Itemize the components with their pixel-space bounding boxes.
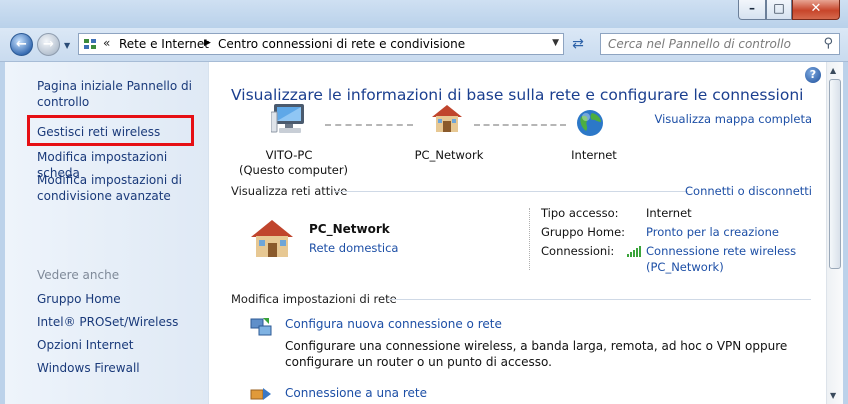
- page-title: Visualizzare le informazioni di base sul…: [231, 86, 804, 104]
- highlight-box: [27, 115, 194, 146]
- wireless-connection-ssid[interactable]: (PC_Network): [646, 260, 724, 274]
- computer-subtitle: (Questo computer): [239, 163, 349, 177]
- setup-new-connection-description: Configurare una connessione wireless, a …: [285, 339, 788, 369]
- close-icon: ✕: [810, 1, 822, 16]
- new-connection-icon: [250, 318, 272, 336]
- sidebar-homegroup-link[interactable]: Gruppo Home: [37, 291, 197, 307]
- arrow-right-icon: →: [43, 37, 54, 52]
- navigation-bar: ← → ▼ « Rete e Internet ▶ Centro conness…: [0, 28, 848, 62]
- refresh-icon: ⇄: [572, 36, 584, 52]
- full-map-link[interactable]: Visualizza mappa completa: [654, 112, 812, 126]
- globe-icon[interactable]: [575, 108, 605, 138]
- home-network-icon[interactable]: [430, 102, 464, 134]
- access-type-value: Internet: [646, 206, 692, 220]
- back-button[interactable]: ←: [10, 33, 33, 56]
- search-icon[interactable]: ⚲: [823, 36, 833, 51]
- minimize-button[interactable]: –: [738, 0, 766, 20]
- active-networks-heading: Visualizza reti attive: [231, 184, 348, 198]
- address-bar[interactable]: « Rete e Internet ▶ Centro connessioni d…: [78, 33, 564, 55]
- network-folder-icon: [83, 37, 97, 51]
- sidebar-firewall-link[interactable]: Windows Firewall: [37, 360, 197, 376]
- main-content: Visualizzare le informazioni di base sul…: [209, 62, 826, 404]
- recent-pages-dropdown[interactable]: ▼: [64, 41, 70, 50]
- connect-disconnect-link[interactable]: Connetti o disconnetti: [685, 184, 812, 198]
- arrow-left-icon: ←: [16, 37, 27, 52]
- minimize-icon: –: [749, 1, 755, 15]
- wireless-signal-icon: [627, 246, 641, 257]
- vertical-divider: [529, 208, 530, 270]
- homegroup-value-link[interactable]: Pronto per la creazione: [646, 225, 779, 239]
- search-box[interactable]: Cerca nel Pannello di controllo ⚲: [600, 33, 840, 55]
- chevron-right-icon[interactable]: ▶: [204, 38, 211, 48]
- network-type-link[interactable]: Rete domestica: [309, 241, 398, 255]
- network-node-label: PC_Network: [414, 148, 484, 162]
- title-bar: [0, 0, 848, 28]
- help-icon[interactable]: ?: [805, 67, 821, 83]
- change-settings-heading: Modifica impostazioni di rete: [231, 292, 397, 306]
- refresh-button[interactable]: ⇄: [567, 33, 589, 55]
- home-network-large-icon: [251, 220, 293, 257]
- maximize-icon: □: [773, 1, 785, 15]
- sidebar-internet-options-link[interactable]: Opzioni Internet: [37, 337, 197, 353]
- address-dropdown-icon[interactable]: ▼: [552, 38, 559, 48]
- connections-label: Connessioni:: [541, 244, 615, 258]
- see-also-heading: Vedere anche: [37, 268, 120, 282]
- scroll-up-icon[interactable]: ▲: [830, 66, 836, 75]
- chevron-down-icon: ▼: [64, 41, 71, 50]
- connect-network-icon: [250, 388, 271, 400]
- forward-button[interactable]: →: [37, 33, 60, 56]
- connection-line-pc-network: [325, 124, 413, 126]
- window-frame-right: [843, 62, 848, 404]
- setup-new-connection-link[interactable]: Configura nuova connessione o rete: [285, 317, 502, 331]
- computer-icon[interactable]: [271, 102, 307, 136]
- computer-name: VITO-PC: [265, 148, 313, 162]
- connect-to-network-link[interactable]: Connessione a una rete: [285, 386, 427, 400]
- scroll-down-icon[interactable]: ▼: [830, 391, 836, 400]
- vertical-scrollbar[interactable]: ▲ ▼: [826, 62, 844, 404]
- access-type-label: Tipo accesso:: [541, 206, 619, 220]
- sidebar: Pagina iniziale Pannello di controllo Ge…: [5, 62, 209, 404]
- wireless-connection-link[interactable]: Connessione rete wireless: [646, 244, 796, 258]
- active-network-name: PC_Network: [309, 222, 390, 236]
- sidebar-proset-link[interactable]: Intel® PROSet/Wireless: [37, 314, 197, 330]
- breadcrumb-rete-internet[interactable]: Rete e Internet: [119, 37, 209, 51]
- section-divider: [387, 299, 811, 300]
- internet-node-label: Internet: [571, 148, 617, 162]
- scrollbar-thumb[interactable]: [829, 79, 841, 269]
- breadcrumb-centro-connessioni[interactable]: Centro connessioni di rete e condivision…: [218, 37, 465, 51]
- section-divider: [335, 191, 688, 192]
- connection-line-network-internet: [474, 124, 566, 126]
- homegroup-label: Gruppo Home:: [541, 225, 626, 239]
- maximize-button[interactable]: □: [766, 0, 792, 20]
- breadcrumb-overflow[interactable]: «: [103, 36, 110, 50]
- search-input[interactable]: Cerca nel Pannello di controllo: [608, 37, 791, 51]
- close-button[interactable]: ✕: [792, 0, 840, 20]
- sidebar-home-link[interactable]: Pagina iniziale Pannello di controllo: [37, 78, 197, 110]
- sidebar-advanced-sharing-link[interactable]: Modifica impostazioni di condivisione av…: [37, 172, 197, 204]
